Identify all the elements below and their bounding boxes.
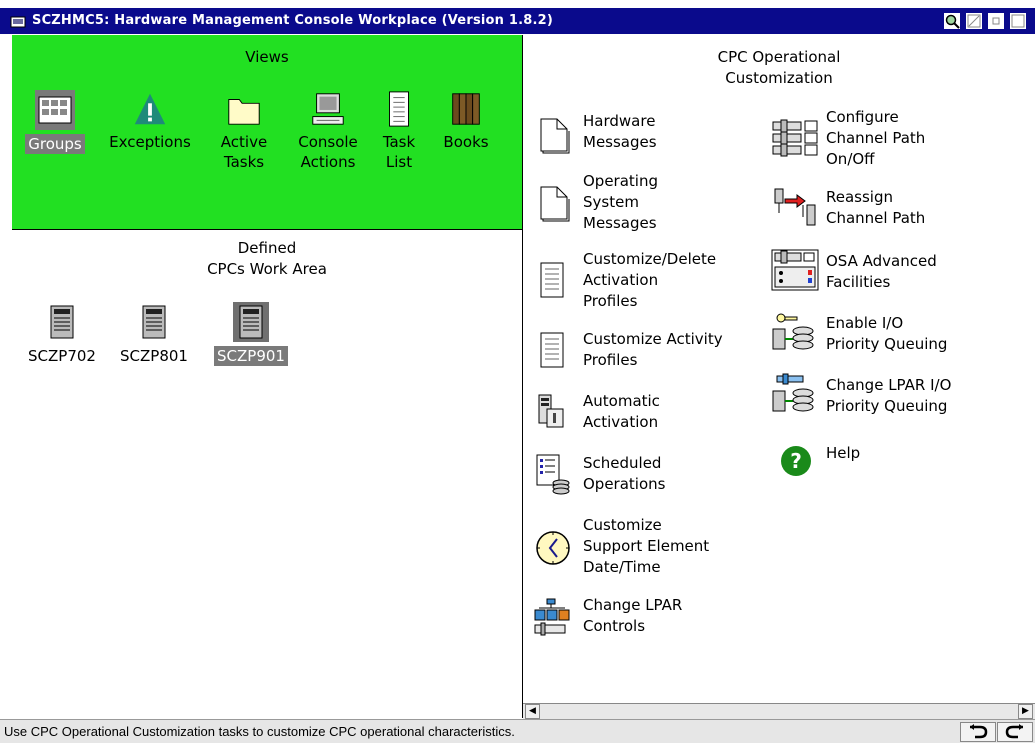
svg-text:?: ? (790, 449, 802, 473)
task-automatic-activation[interactable]: Automatic Activation (533, 391, 753, 441)
task-label: Customize Activity Profiles (583, 330, 723, 369)
task-label: Configure Channel Path On/Off (826, 108, 926, 168)
task-label: Scheduled Operations (583, 454, 666, 493)
title-strip: SCZHMC5: Hardware Management Console Wor… (0, 8, 1035, 34)
scroll-left-button[interactable]: ◀ (525, 704, 540, 719)
tasks-area: CPC Operational Customization Hardware Me… (523, 35, 1035, 718)
console-icon (312, 93, 344, 125)
task-label: Help (826, 444, 861, 462)
channel-path-icon (772, 119, 818, 157)
server-icon (239, 305, 263, 339)
status-bar: Use CPC Operational Customization tasks … (0, 719, 1035, 743)
work-area-title-line2: CPCs Work Area (207, 260, 327, 278)
maximize-icon[interactable] (1010, 13, 1026, 29)
view-groups[interactable]: Groups (25, 90, 85, 154)
list-document-icon (540, 332, 564, 368)
work-area-title: Defined CPCs Work Area (12, 238, 522, 280)
work-area: Defined CPCs Work Area SCZP702 SCZP801 S… (12, 230, 522, 718)
list-document-icon (540, 262, 564, 298)
groups-icon (38, 96, 72, 124)
task-label: Operating System Messages (583, 172, 658, 232)
document-icon (540, 186, 570, 222)
tasks-title-line1: CPC Operational (717, 48, 841, 66)
task-enable-io-priority-queuing[interactable]: Enable I/O Priority Queuing (771, 311, 981, 361)
task-label: Enable I/O Priority Queuing (826, 314, 948, 353)
task-reassign-channel-path[interactable]: Reassign Channel Path (771, 187, 981, 237)
tasks-title-line2: Customization (725, 69, 833, 87)
title-bar: SCZHMC5: Hardware Management Console Wor… (0, 0, 1035, 34)
task-label: Customize Support Element Date/Time (583, 516, 710, 576)
folder-icon (228, 99, 260, 125)
task-list-icon (389, 91, 409, 127)
task-hardware-messages[interactable]: Hardware Messages (533, 109, 753, 159)
tasks-title: CPC Operational Customization (523, 47, 1035, 89)
task-configure-channel-path[interactable]: Configure Channel Path On/Off (771, 107, 981, 173)
views-title: Views (245, 48, 289, 66)
task-customize-support-element-date-time[interactable]: Customize Support Element Date/Time (533, 515, 753, 581)
scroll-right-button[interactable]: ▶ (1018, 704, 1033, 719)
view-console-actions-label: Console Actions (298, 133, 358, 171)
task-help[interactable]: ? Help (771, 443, 981, 483)
window-title: SCZHMC5: Hardware Management Console Wor… (32, 13, 553, 28)
reassign-icon (774, 188, 816, 226)
task-label: Automatic Activation (583, 392, 660, 431)
task-operating-system-messages[interactable]: Operating System Messages (533, 171, 753, 237)
view-groups-label: Groups (25, 134, 85, 154)
task-customize-activity-profiles[interactable]: Customize Activity Profiles (533, 329, 763, 379)
activation-icon (538, 394, 564, 428)
status-message: Use CPC Operational Customization tasks … (4, 724, 515, 739)
clock-icon (536, 531, 570, 565)
view-books-label: Books (443, 133, 489, 151)
task-label: Hardware Messages (583, 112, 657, 151)
task-customize-delete-activation-profiles[interactable]: Customize/Delete Activation Profiles (533, 249, 763, 315)
view-task-list[interactable]: Task List (376, 90, 422, 172)
forward-button[interactable] (997, 722, 1033, 742)
change-lpar-io-icon (772, 373, 814, 412)
work-area-title-line1: Defined (237, 239, 297, 257)
minimize-icon[interactable] (966, 13, 982, 29)
view-console-actions[interactable]: Console Actions (288, 90, 368, 172)
task-label: Change LPAR Controls (583, 596, 683, 635)
system-menu-icon[interactable] (10, 14, 26, 30)
task-change-lpar-controls[interactable]: Change LPAR Controls (533, 595, 753, 645)
task-osa-advanced-facilities[interactable]: OSA Advanced Facilities (771, 249, 981, 299)
task-scheduled-operations[interactable]: Scheduled Operations (533, 453, 753, 503)
cpc-label: SCZP901 (214, 346, 288, 366)
window-border (0, 35, 12, 719)
cpc-label: SCZP702 (28, 347, 96, 365)
osa-icon (771, 249, 819, 291)
cpc-sczp702[interactable]: SCZP702 (24, 302, 100, 366)
task-label: Reassign Channel Path (826, 188, 926, 227)
document-icon (540, 118, 570, 154)
view-active-tasks[interactable]: Active Tasks (212, 90, 276, 172)
enable-io-icon (772, 313, 814, 350)
task-label: Change LPAR I/O Priority Queuing (826, 376, 952, 415)
server-icon (50, 305, 74, 339)
view-books[interactable]: Books (436, 90, 496, 152)
view-exceptions[interactable]: Exceptions (100, 90, 200, 152)
task-label: Customize/Delete Activation Profiles (583, 250, 717, 310)
help-icon: ? (781, 446, 811, 476)
cpc-label: SCZP801 (120, 347, 188, 365)
lpar-controls-icon (534, 598, 570, 636)
task-label: OSA Advanced Facilities (826, 252, 937, 291)
cpc-sczp901[interactable]: SCZP901 (206, 302, 296, 366)
forward-arrow-icon (1005, 724, 1023, 739)
books-icon (452, 93, 480, 125)
task-change-lpar-io-priority-queuing[interactable]: Change LPAR I/O Priority Queuing (771, 373, 981, 423)
view-active-tasks-label: Active Tasks (220, 133, 268, 171)
back-arrow-icon (970, 724, 988, 739)
server-icon (142, 305, 166, 339)
views-area: Views Groups Exceptions Active Tasks Con… (12, 35, 522, 230)
exceptions-icon (134, 93, 166, 125)
scheduled-icon (536, 454, 570, 495)
back-button[interactable] (960, 722, 996, 742)
view-task-list-label: Task List (382, 133, 416, 171)
view-exceptions-label: Exceptions (109, 133, 191, 151)
cpc-sczp801[interactable]: SCZP801 (116, 302, 192, 366)
horizontal-scrollbar[interactable]: ◀ ▶ (523, 703, 1035, 719)
restore-icon[interactable] (988, 13, 1004, 29)
find-icon[interactable] (944, 13, 960, 29)
